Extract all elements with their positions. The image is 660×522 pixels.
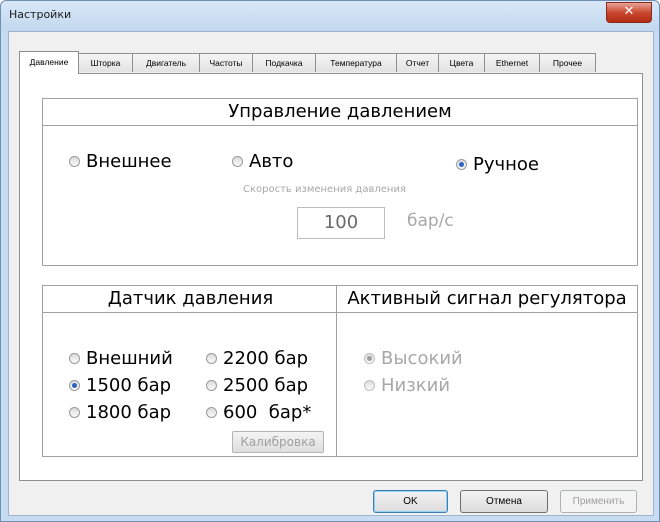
pressure-control-group: Управление давлением Внешнее Авто Ручное…	[42, 98, 638, 266]
radio-sensor-1500[interactable]: 1500 бар	[69, 375, 171, 396]
regulator-signal-title: Активный сигнал регулятора	[337, 286, 637, 313]
cancel-button[interactable]: Отмена	[460, 490, 548, 513]
pressure-control-title: Управление давлением	[43, 99, 637, 126]
radio-manual-control[interactable]: Ручное	[456, 154, 539, 175]
tab-shutter[interactable]: Шторка	[78, 53, 133, 72]
tab-frequencies[interactable]: Частоты	[199, 53, 253, 72]
radio-external-control[interactable]: Внешнее	[69, 151, 172, 172]
radio-label: 2500 бар	[223, 375, 309, 396]
settings-window: Настройки ✕ Давление Шторка Двигатель Ча…	[0, 0, 660, 522]
radio-indicator	[69, 380, 80, 391]
radio-sensor-600[interactable]: 600 бар*	[206, 402, 311, 423]
radio-label: Высокий	[381, 348, 463, 369]
calibrate-button[interactable]: Калибровка	[232, 431, 324, 453]
radio-sensor-external[interactable]: Внешний	[69, 348, 173, 369]
radio-indicator	[456, 159, 467, 170]
tab-panel-pressure: Управление давлением Внешнее Авто Ручное…	[19, 73, 643, 481]
rate-label: Скорость изменения давления	[243, 184, 406, 195]
tab-pump[interactable]: Подкачка	[252, 53, 316, 72]
radio-sensor-2500[interactable]: 2500 бар	[206, 375, 308, 396]
radio-label: Внешнее	[86, 151, 172, 172]
radio-label: 1500 бар	[86, 375, 172, 396]
tab-ethernet[interactable]: Ethernet	[484, 53, 540, 72]
title-bar[interactable]: Настройки ✕	[1, 1, 659, 31]
radio-signal-high[interactable]: Высокий	[364, 348, 463, 369]
radio-label: Низкий	[381, 375, 451, 396]
radio-label: Авто	[249, 151, 294, 172]
close-button[interactable]: ✕	[606, 2, 652, 23]
sensor-title: Датчик давления	[43, 286, 338, 313]
tab-pressure[interactable]: Давление	[19, 51, 79, 74]
radio-signal-low[interactable]: Низкий	[364, 375, 450, 396]
radio-indicator	[69, 156, 80, 167]
window-title: Настройки	[9, 8, 72, 21]
ok-button[interactable]: OK	[373, 490, 448, 513]
tab-colors[interactable]: Цвета	[438, 53, 485, 72]
rate-input[interactable]: 100	[297, 207, 385, 239]
radio-auto-control[interactable]: Авто	[232, 151, 293, 172]
radio-indicator	[206, 407, 217, 418]
radio-indicator	[232, 156, 243, 167]
radio-sensor-1800[interactable]: 1800 бар	[69, 402, 171, 423]
regulator-signal-group: Активный сигнал регулятора Высокий Низки…	[336, 285, 638, 457]
radio-label: 1800 бар	[86, 402, 172, 423]
radio-indicator	[364, 380, 375, 391]
tab-motor[interactable]: Двигатель	[132, 53, 200, 72]
radio-indicator	[69, 353, 80, 364]
radio-label: Ручное	[473, 154, 539, 175]
radio-indicator	[364, 353, 375, 364]
radio-label: Внешний	[86, 348, 173, 369]
radio-label: 2200 бар	[223, 348, 309, 369]
radio-indicator	[206, 380, 217, 391]
radio-label: 600 бар*	[223, 402, 312, 423]
apply-button[interactable]: Применить	[560, 490, 637, 513]
tab-temperature[interactable]: Температура	[315, 53, 397, 72]
rate-unit: бар/с	[407, 211, 454, 231]
radio-sensor-2200[interactable]: 2200 бар	[206, 348, 308, 369]
radio-indicator	[69, 407, 80, 418]
close-icon: ✕	[623, 4, 635, 19]
sensor-group: Датчик давления Внешний 2200 бар 1500 ба…	[42, 285, 339, 457]
tab-other[interactable]: Прочее	[539, 53, 596, 72]
radio-indicator	[206, 353, 217, 364]
dialog-client: Давление Шторка Двигатель Частоты Подкач…	[8, 31, 654, 516]
tab-report[interactable]: Отчет	[396, 53, 439, 72]
